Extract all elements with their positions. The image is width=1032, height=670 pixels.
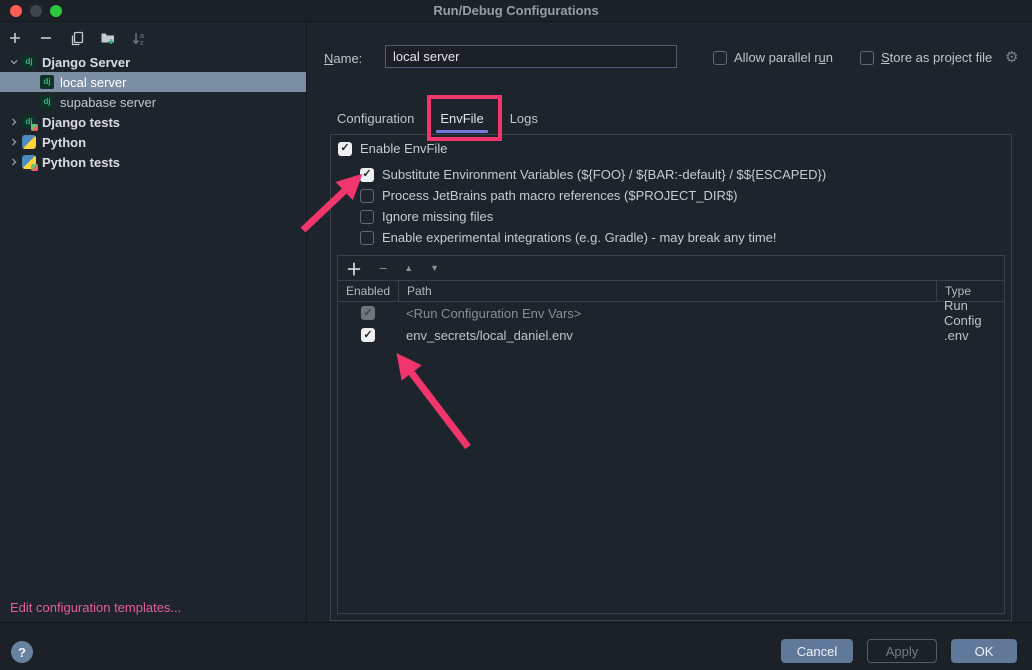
substitute-env-vars-checkbox[interactable]: Substitute Environment Variables (${FOO}… (360, 167, 826, 182)
experimental-integrations-label: Enable experimental integrations (e.g. G… (382, 230, 777, 245)
store-as-project-file-label: Store as project file (881, 50, 992, 65)
django-icon: dj (40, 75, 54, 89)
table-row[interactable]: env_secrets/local_daniel.env .env (338, 324, 1004, 346)
remove-env-file-icon[interactable]: − (379, 260, 387, 276)
table-toolbar: ＋ − ▲ ▼ (338, 256, 1004, 280)
checkbox-unchecked[interactable] (860, 51, 874, 65)
tab-configuration[interactable]: Configuration (324, 103, 427, 133)
django-icon: dj (22, 55, 36, 69)
envfile-panel: Enable EnvFile Substitute Environment Va… (330, 134, 1012, 621)
add-configuration-icon[interactable] (4, 27, 26, 49)
enable-envfile-checkbox[interactable]: Enable EnvFile (338, 141, 447, 156)
env-file-path: <Run Configuration Env Vars> (398, 302, 936, 324)
tree-item-python-tests[interactable]: Python tests (0, 152, 306, 172)
ok-button[interactable]: OK (951, 639, 1017, 663)
tree-item-label: Python (42, 135, 86, 150)
edit-configuration-templates-link[interactable]: Edit configuration templates... (10, 600, 181, 615)
django-icon: dj (40, 95, 54, 109)
tree-item-label: Django Server (42, 55, 130, 70)
tree-item-django-tests[interactable]: dj Django tests (0, 112, 306, 132)
checkbox-checked[interactable] (361, 328, 375, 342)
column-header-enabled[interactable]: Enabled (338, 281, 398, 301)
chevron-right-icon[interactable] (6, 134, 22, 150)
env-file-type: .env (936, 324, 1004, 346)
allow-parallel-run-label: Allow parallel run (734, 50, 833, 65)
python-tests-icon (22, 155, 36, 169)
env-file-path: env_secrets/local_daniel.env (398, 324, 936, 346)
chevron-right-icon[interactable] (6, 154, 22, 170)
move-up-icon[interactable]: ▲ (404, 263, 413, 273)
svg-text:a: a (140, 33, 144, 40)
tree-item-label: supabase server (60, 95, 156, 110)
sidebar-toolbar: az (4, 26, 150, 50)
column-header-path[interactable]: Path (398, 281, 936, 301)
tree-item-local-server[interactable]: dj local server (0, 72, 306, 92)
substitute-env-vars-label: Substitute Environment Variables (${FOO}… (382, 167, 826, 182)
cancel-button[interactable]: Cancel (781, 639, 853, 663)
chevron-right-icon[interactable] (6, 114, 22, 130)
remove-configuration-icon[interactable] (35, 27, 57, 49)
table-row[interactable]: <Run Configuration Env Vars> Run Config (338, 302, 1004, 324)
checkbox-unchecked[interactable] (713, 51, 727, 65)
store-as-project-file-checkbox[interactable]: Store as project file (860, 50, 992, 65)
experimental-integrations-checkbox[interactable]: Enable experimental integrations (e.g. G… (360, 230, 777, 245)
checkbox-checked-disabled (361, 306, 375, 320)
tree-item-supabase-server[interactable]: dj supabase server (0, 92, 306, 112)
configuration-tabs: Configuration EnvFile Logs (324, 103, 551, 133)
ignore-missing-files-label: Ignore missing files (382, 209, 493, 224)
tree-item-label: Python tests (42, 155, 120, 170)
checkbox-checked[interactable] (360, 168, 374, 182)
run-debug-configurations-dialog: Run/Debug Configurations az (0, 0, 1032, 670)
process-path-macro-label: Process JetBrains path macro references … (382, 188, 737, 203)
tab-logs[interactable]: Logs (497, 103, 551, 133)
tree-item-python[interactable]: Python (0, 132, 306, 152)
apply-button[interactable]: Apply (867, 639, 937, 663)
name-label: Name: (324, 51, 362, 66)
sort-alphabetically-icon[interactable]: az (128, 27, 150, 49)
env-files-table: ＋ − ▲ ▼ Enabled Path Type <Run Configura… (337, 255, 1005, 614)
svg-text:z: z (140, 40, 144, 46)
process-path-macro-checkbox[interactable]: Process JetBrains path macro references … (360, 188, 737, 203)
test-badge-icon (31, 164, 38, 171)
tree-item-label: local server (60, 75, 126, 90)
gear-icon[interactable]: ⚙ (1005, 48, 1018, 66)
configurations-sidebar: az dj Django Server dj local server dj s… (0, 22, 307, 622)
window-title: Run/Debug Configurations (0, 3, 1032, 18)
dialog-footer: ? Cancel Apply OK (0, 622, 1032, 670)
django-tests-icon: dj (22, 115, 36, 129)
tree-item-label: Django tests (42, 115, 120, 130)
name-input[interactable] (385, 45, 677, 68)
move-down-icon[interactable]: ▼ (430, 263, 439, 273)
ignore-missing-files-checkbox[interactable]: Ignore missing files (360, 209, 493, 224)
python-icon (22, 135, 36, 149)
copy-configuration-icon[interactable] (66, 27, 88, 49)
add-env-file-icon[interactable]: ＋ (346, 256, 362, 280)
checkbox-unchecked[interactable] (360, 210, 374, 224)
checkbox-unchecked[interactable] (360, 189, 374, 203)
tab-envfile[interactable]: EnvFile (427, 103, 496, 133)
table-header-row: Enabled Path Type (338, 280, 1004, 302)
test-badge-icon (31, 124, 38, 131)
enable-envfile-label: Enable EnvFile (360, 141, 447, 156)
tree-item-django-server[interactable]: dj Django Server (0, 52, 306, 72)
allow-parallel-run-checkbox[interactable]: Allow parallel run (713, 50, 833, 65)
help-button[interactable]: ? (11, 641, 33, 663)
checkbox-checked[interactable] (338, 142, 352, 156)
title-bar: Run/Debug Configurations (0, 0, 1032, 22)
configurations-tree: dj Django Server dj local server dj supa… (0, 52, 306, 172)
checkbox-unchecked[interactable] (360, 231, 374, 245)
chevron-down-icon[interactable] (6, 54, 22, 70)
new-folder-icon[interactable] (97, 27, 119, 49)
env-file-type: Run Config (936, 302, 1004, 324)
